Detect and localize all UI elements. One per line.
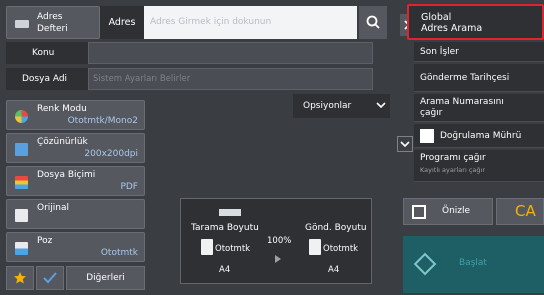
filename-label: Dosya Adi	[6, 68, 88, 90]
filename-field[interactable]: Sistem Ayarları Belirler	[88, 68, 373, 90]
resolution-value: 200x200dpi	[84, 149, 138, 159]
file-format-icon	[15, 176, 28, 189]
check-button[interactable]	[36, 266, 64, 290]
menu-verify-seal[interactable]: Doğrulama Mührü	[414, 124, 544, 148]
recall-program-label: Programı çağır	[420, 153, 486, 163]
exposure-title: Poz	[37, 236, 53, 246]
file-format-value: PDF	[120, 182, 138, 192]
favorites-button[interactable]	[6, 266, 34, 290]
send-mode: Ototmtk	[323, 244, 359, 254]
original-title: Orijinal	[37, 203, 70, 213]
address-book-button[interactable]: Adres Defteri	[6, 6, 100, 39]
check-icon	[43, 272, 57, 284]
star-icon	[14, 272, 26, 284]
resolution-title: Çözünürlük	[37, 137, 88, 147]
scan-mode: Ototmtk	[215, 244, 251, 254]
exposure-icon	[15, 242, 28, 255]
options-dropdown[interactable]: Opsiyonlar	[293, 94, 390, 118]
scroll-down-button[interactable]	[397, 136, 413, 152]
color-mode-button[interactable]: Renk Modu Ototmtk/Mono2	[6, 100, 145, 130]
search-icon	[366, 15, 380, 29]
address-book-label: Adres Defteri	[37, 12, 68, 34]
subject-label: Konu	[6, 42, 88, 64]
file-format-title: Dosya Biçimi	[37, 170, 96, 180]
ratio-value: 100%	[267, 236, 292, 246]
verify-seal-checkbox[interactable]	[420, 128, 434, 143]
preview-button[interactable]: Önizle	[403, 198, 493, 225]
color-mode-title: Renk Modu	[37, 104, 87, 114]
arrow-right-icon	[275, 255, 281, 263]
file-format-button[interactable]: Dosya Biçimi PDF	[6, 166, 145, 196]
verify-seal-label: Doğrulama Mührü	[440, 131, 522, 141]
others-button[interactable]: Diğerleri	[66, 266, 145, 290]
search-button[interactable]	[359, 6, 387, 39]
preview-icon	[412, 205, 426, 219]
scanner-icon	[219, 209, 241, 216]
address-input[interactable]: Adres Girmek için dokunun	[144, 6, 357, 39]
exposure-value: Ototmtk	[100, 248, 138, 258]
color-mode-icon	[15, 110, 28, 123]
scan-paper: A4	[219, 265, 231, 275]
exposure-button[interactable]: Poz Ototmtk	[6, 232, 145, 262]
address-book-icon	[15, 20, 29, 28]
clear-all-button[interactable]: CA	[496, 198, 544, 225]
start-button[interactable]: Başlat	[403, 236, 544, 293]
action-menu: Global Adres Arama Son İşler Gönderme Ta…	[407, 0, 544, 188]
preview-label: Önizle	[442, 206, 471, 216]
start-label: Başlat	[459, 258, 487, 268]
chevron-down-icon	[400, 141, 410, 148]
menu-call-number-search[interactable]: Arama Numarasını çağır	[414, 94, 544, 122]
chevron-down-icon	[376, 102, 386, 109]
size-preview-panel[interactable]: Tarama Boyutu Gönd. Boyutu Ototmtk 100% …	[180, 198, 372, 284]
scan-doc-icon	[201, 239, 213, 255]
scan-size-label: Tarama Boyutu	[191, 223, 259, 233]
resolution-button[interactable]: Çözünürlük 200x200dpi	[6, 133, 145, 163]
send-size-label: Gönd. Boyutu	[305, 223, 367, 233]
options-label: Opsiyonlar	[303, 101, 352, 111]
address-label: Adres	[100, 6, 144, 39]
recall-program-sublabel: Kayıtlı ayarları çağır	[420, 166, 485, 174]
original-icon	[15, 209, 28, 222]
send-paper: A4	[328, 265, 340, 275]
menu-global-address-search[interactable]: Global Adres Arama	[407, 4, 544, 40]
menu-recent-jobs[interactable]: Son İşler	[414, 42, 544, 62]
start-icon	[413, 252, 437, 276]
original-button[interactable]: Orijinal	[6, 199, 145, 229]
send-doc-icon	[309, 239, 321, 255]
color-mode-value: Ototmtk/Mono2	[67, 116, 138, 126]
menu-recall-program[interactable]: Programı çağır Kayıtlı ayarları çağır	[414, 150, 544, 182]
subject-field[interactable]	[88, 42, 373, 64]
menu-send-history[interactable]: Gönderme Tarihçesi	[414, 64, 544, 92]
resolution-icon	[15, 143, 28, 156]
